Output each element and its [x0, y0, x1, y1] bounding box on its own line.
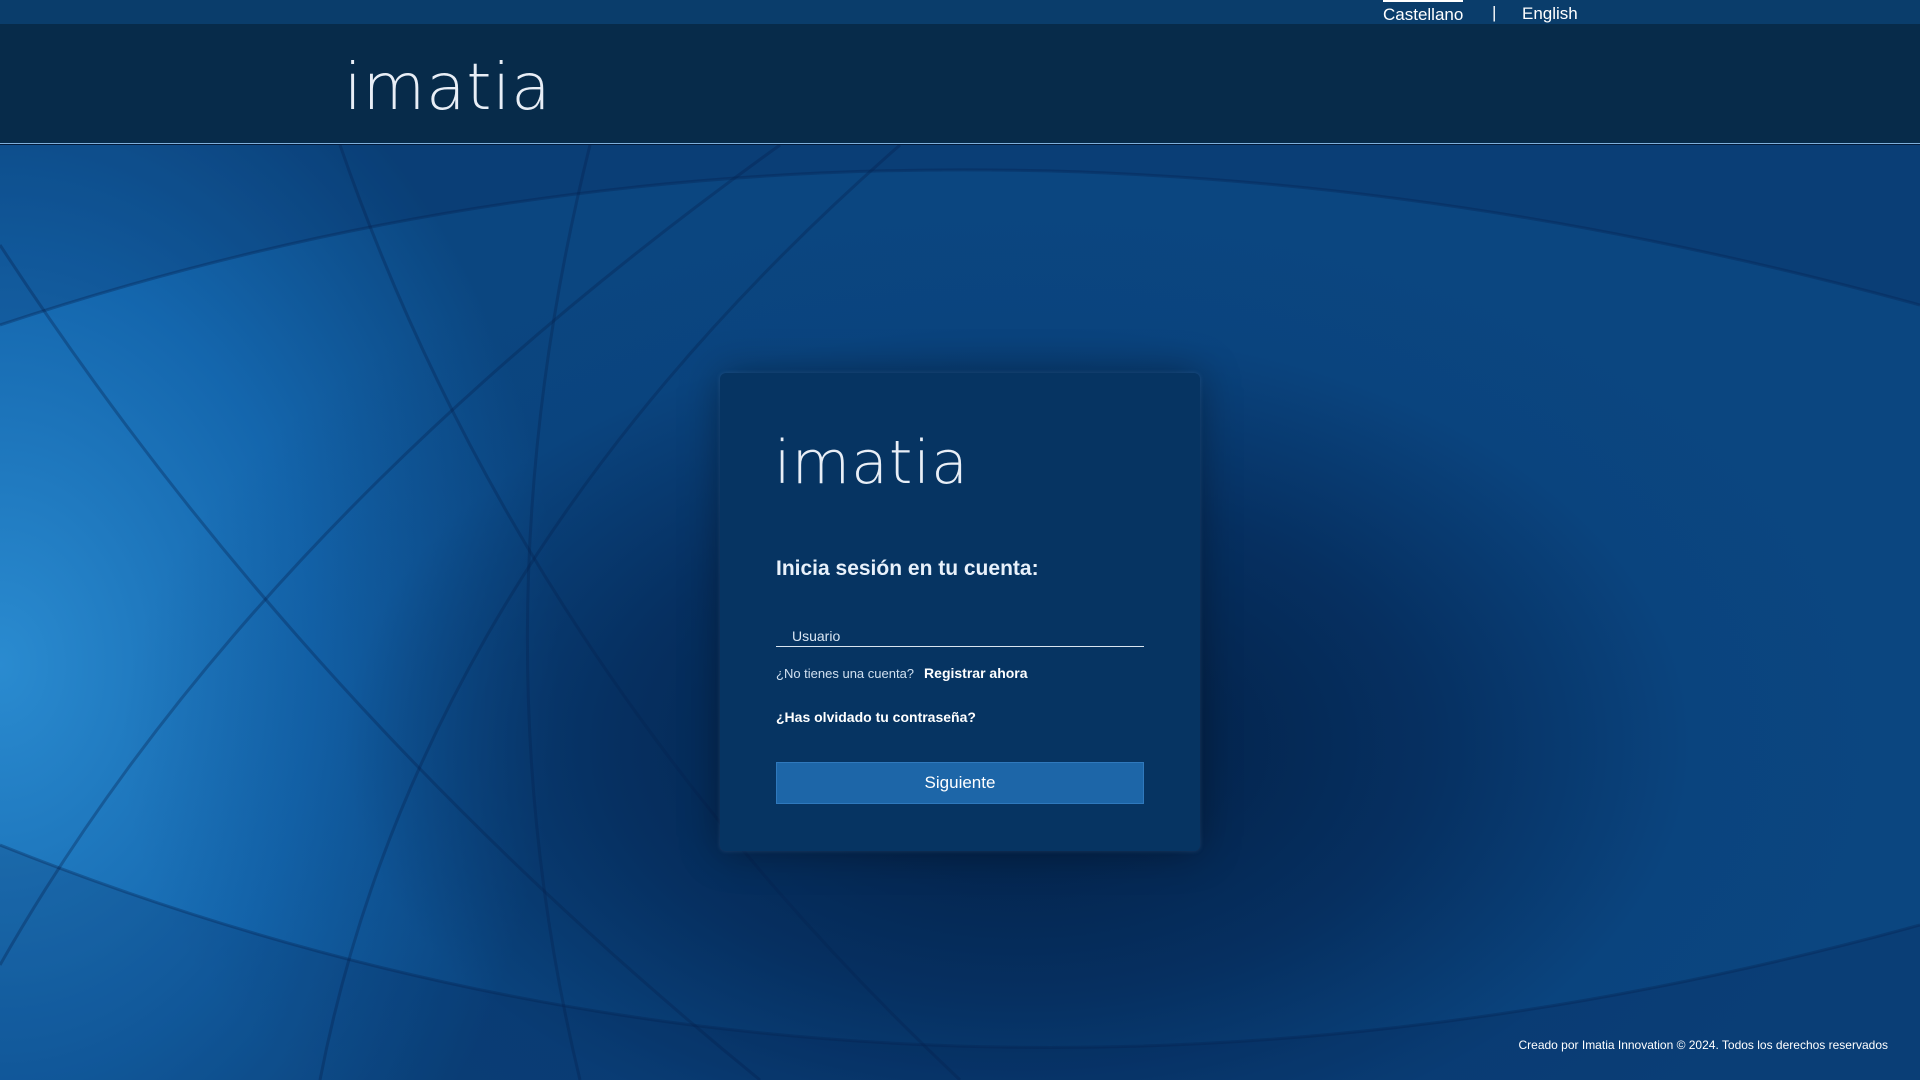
login-card: imatia Inicia sesión en tu cuenta: ¿No t…: [720, 373, 1200, 851]
username-input[interactable]: [776, 613, 1144, 646]
language-bar: Castellano | English: [0, 0, 1920, 24]
forgot-password-link[interactable]: ¿Has olvidado tu contraseña?: [776, 709, 976, 725]
footer-copyright: Creado por Imatia Innovation © 2024. Tod…: [1518, 1038, 1888, 1052]
site-header: imatia: [0, 24, 1920, 144]
header-logo[interactable]: imatia: [344, 56, 551, 120]
language-english-link[interactable]: English: [1522, 3, 1578, 25]
no-account-text: ¿No tienes una cuenta?: [776, 666, 915, 681]
username-field-wrapper: [776, 613, 1144, 647]
card-logo: imatia: [774, 428, 969, 498]
next-button[interactable]: Siguiente: [776, 762, 1144, 804]
register-link[interactable]: Registrar ahora: [924, 665, 1027, 681]
login-title: Inicia sesión en tu cuenta:: [776, 557, 1039, 580]
language-castellano-link[interactable]: Castellano: [1383, 0, 1464, 26]
language-separator: |: [1492, 3, 1497, 22]
register-row: ¿No tienes una cuenta? Registrar ahora: [776, 665, 1028, 681]
